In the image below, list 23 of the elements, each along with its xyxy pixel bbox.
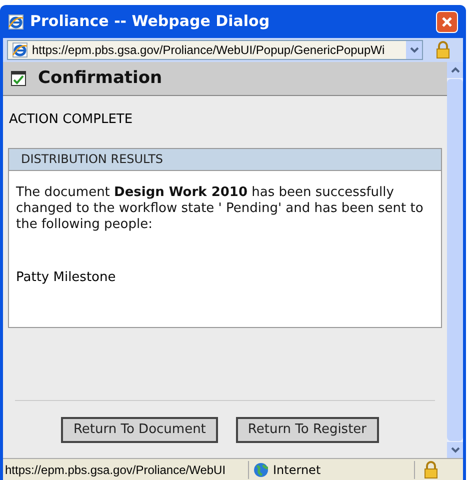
globe-icon	[253, 462, 269, 478]
action-status: ACTION COMPLETE	[8, 111, 134, 129]
address-field[interactable]: https://epm.pbs.gsa.gov/Proliance/WebUI/Popup/GenericPopupWi	[7, 40, 423, 60]
close-button[interactable]	[436, 10, 458, 32]
window-title: Proliance -- Webpage Dialog	[30, 11, 270, 32]
checklist-icon	[11, 71, 26, 86]
lock-icon	[435, 41, 451, 59]
return-button[interactable]: Return To Document	[61, 417, 218, 443]
dropdown-icon[interactable]	[406, 41, 422, 59]
lock-icon	[423, 460, 439, 478]
scroll-up-icon[interactable]	[450, 67, 460, 73]
recipient-name: Patty Milestone	[15, 268, 117, 286]
scrollbar[interactable]	[447, 62, 463, 458]
return-button[interactable]: Return To Register	[236, 417, 379, 443]
zone-label: Internet	[273, 462, 321, 478]
results-heading: DISTRIBUTION RESULTS	[9, 148, 441, 170]
page-icon	[12, 42, 28, 58]
results-message: The document Design Work 2010 has been successfully changed to the workflow state ' Pending' and has been sent to the following people:	[15, 184, 424, 232]
scroll-down-icon[interactable]	[450, 447, 460, 453]
browser-icon	[8, 14, 24, 30]
status-url: https://epm.pbs.gsa.gov/Proliance/WebUI	[3, 460, 249, 478]
close-icon	[441, 16, 453, 28]
header-title: Confirmation	[38, 66, 162, 90]
